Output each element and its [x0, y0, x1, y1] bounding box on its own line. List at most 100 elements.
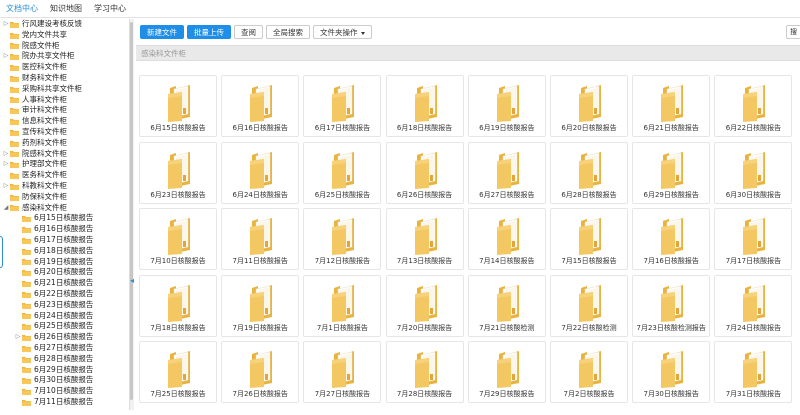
folder-tile[interactable]: 6月16日核酸报告	[221, 75, 300, 137]
folder-tile[interactable]: 7月16日核酸报告	[632, 208, 711, 270]
tree-expand-icon[interactable]: ▷	[2, 19, 10, 30]
folder-tile[interactable]: 7月12日核酸报告	[303, 208, 382, 270]
tree-child-item[interactable]: 6月18日核酸报告	[0, 246, 129, 257]
tree-item[interactable]: 采购科共享文件柜	[0, 84, 129, 95]
tree-item[interactable]: ▷ 护理部文件柜	[0, 159, 129, 170]
tree-child-item[interactable]: 6月19日核酸报告	[0, 257, 129, 268]
folder-tile[interactable]: 7月25日核酸报告	[139, 341, 217, 403]
folder-tile[interactable]: 7月10日核酸报告	[139, 208, 217, 270]
tree-item[interactable]: 人事科文件柜	[0, 95, 129, 106]
global-search-button[interactable]: 全局搜索	[266, 25, 310, 39]
folder-ops-dropdown[interactable]: 文件夹操作	[313, 25, 372, 39]
tree-child-item[interactable]: 6月22日核酸报告	[0, 289, 129, 300]
tree-item[interactable]: 信息科文件柜	[0, 116, 129, 127]
folder-tile[interactable]: 6月24日核酸报告	[221, 141, 300, 204]
tree-item[interactable]: 审计科文件柜	[0, 105, 129, 116]
query-button[interactable]: 查阅	[234, 25, 263, 39]
folder-icon	[10, 21, 19, 28]
folder-tile[interactable]: 6月18日核酸报告	[385, 75, 464, 137]
folder-tile[interactable]: 7月17日核酸报告	[714, 208, 793, 270]
tree-child-item[interactable]: 7月11日核酸报告	[0, 397, 129, 408]
tree-child-item[interactable]: 6月20日核酸报告	[0, 267, 129, 278]
tree-child-item[interactable]: 7月10日核酸报告	[0, 386, 129, 397]
tree-expand-icon[interactable]: ▷	[14, 332, 22, 343]
folder-tile[interactable]: 7月24日核酸报告	[714, 274, 793, 337]
tree-child-item[interactable]: ▷ 6月26日核酸报告	[0, 332, 129, 343]
tree-child-item[interactable]: 6月28日核酸报告	[0, 354, 129, 365]
tree-expand-icon[interactable]: ▷	[2, 149, 10, 160]
folder-tile[interactable]: 7月18日核酸报告	[139, 274, 217, 337]
tree-item[interactable]: 药剂科文件柜	[0, 138, 129, 149]
folder-tile[interactable]: 7月27日核酸报告	[303, 341, 382, 403]
folder-tile[interactable]: 6月29日核酸报告	[632, 141, 711, 204]
folder-tile[interactable]: 6月25日核酸报告	[303, 141, 382, 204]
tree-item[interactable]: ◢ 感染科文件柜	[0, 203, 129, 214]
tree-child-item[interactable]: 6月21日核酸报告	[0, 278, 129, 289]
tree-item[interactable]: 财务科文件柜	[0, 73, 129, 84]
left-edge-handle[interactable]	[0, 236, 3, 268]
folder-icon	[493, 84, 523, 122]
tree-item[interactable]: ▷ 院办共享文件柜	[0, 51, 129, 62]
folder-tile[interactable]: 6月15日核酸报告	[139, 75, 217, 137]
folder-tile[interactable]: 6月26日核酸报告	[385, 141, 464, 204]
tree-item[interactable]: 党内文件共享	[0, 30, 129, 41]
tree-item[interactable]: 医务科文件柜	[0, 170, 129, 181]
folder-tile[interactable]: 7月23日核酸检测报告	[632, 274, 711, 337]
folder-tile[interactable]: 7月22日核酸检测	[550, 274, 628, 337]
tree-expand-icon[interactable]: ▷	[2, 159, 10, 170]
tree-child-item[interactable]: 6月30日核酸报告	[0, 375, 129, 386]
folder-tile[interactable]: 7月1日核酸报告	[303, 274, 382, 337]
tree-child-item[interactable]: 6月23日核酸报告	[0, 300, 129, 311]
folder-tile[interactable]: 6月20日核酸报告	[550, 75, 628, 137]
folder-tile[interactable]: 7月21日核酸检测	[467, 274, 546, 337]
folder-tile[interactable]: 7月15日核酸报告	[550, 208, 628, 270]
tree-item[interactable]: ▷ 科教科文件柜	[0, 181, 129, 192]
sidebar-scrollbar-thumb[interactable]	[130, 22, 133, 400]
search-box-edge[interactable]: 搜	[786, 25, 800, 39]
folder-tile[interactable]: 7月31日核酸报告	[714, 341, 793, 403]
new-file-button[interactable]: 新建文件	[140, 25, 184, 39]
folder-tile[interactable]: 6月17日核酸报告	[303, 75, 382, 137]
tree-child-item[interactable]: 6月25日核酸报告	[0, 321, 129, 332]
tree-item[interactable]: 宣传科文件柜	[0, 127, 129, 138]
folder-tile[interactable]: 7月13日核酸报告	[385, 208, 464, 270]
folder-tile[interactable]: 6月21日核酸报告	[632, 75, 711, 137]
folder-tile[interactable]: 7月28日核酸报告	[385, 341, 464, 403]
nav-document-center[interactable]: 文档中心	[6, 3, 38, 14]
folder-tile[interactable]: 7月2日核酸报告	[550, 341, 628, 403]
folder-icon	[22, 258, 31, 266]
folder-tile[interactable]: 6月19日核酸报告	[467, 75, 546, 137]
folder-tile[interactable]: 6月23日核酸报告	[139, 141, 217, 204]
folder-tile[interactable]: 6月28日核酸报告	[550, 141, 628, 204]
tree-child-item[interactable]: 6月24日核酸报告	[0, 311, 129, 322]
tree-expand-icon[interactable]: ▷	[2, 181, 10, 192]
nav-learning-center[interactable]: 学习中心	[94, 3, 126, 14]
batch-upload-button[interactable]: 批量上传	[187, 25, 231, 39]
folder-tile[interactable]: 7月30日核酸报告	[632, 341, 711, 403]
tree-item[interactable]: ▷ 院感科文件柜	[0, 149, 129, 160]
tree-item[interactable]: 医控科文件柜	[0, 62, 129, 73]
tree-child-item[interactable]: 6月16日核酸报告	[0, 224, 129, 235]
folder-tile[interactable]: 7月20日核酸报告	[385, 274, 464, 337]
nav-knowledge-map[interactable]: 知识地图	[50, 3, 82, 14]
folder-tile[interactable]: 6月30日核酸报告	[714, 141, 793, 204]
tree-child-item[interactable]: 6月15日核酸报告	[0, 213, 129, 224]
tree-item[interactable]: 防保科文件柜	[0, 192, 129, 203]
folder-tile[interactable]: 7月26日核酸报告	[221, 341, 300, 403]
folder-tile[interactable]: 6月22日核酸报告	[714, 75, 793, 137]
tree-child-item[interactable]: 6月29日核酸报告	[0, 365, 129, 376]
tree-expand-icon[interactable]: ▷	[2, 51, 10, 62]
tree-item[interactable]: 院感文件柜	[0, 41, 129, 52]
folder-tile[interactable]: 7月19日核酸报告	[221, 274, 300, 337]
tree-collapse-icon[interactable]: ◢	[2, 203, 10, 214]
tree-child-item[interactable]: 6月27日核酸报告	[0, 343, 129, 354]
tree-child-item[interactable]: 6月17日核酸报告	[0, 235, 129, 246]
collapse-sidebar-icon[interactable]: ◂	[129, 276, 135, 286]
tree-item[interactable]: ▷ 行风建设考核反馈	[0, 19, 129, 30]
folder-tile[interactable]: 6月27日核酸报告	[467, 141, 546, 204]
folder-tile[interactable]: 7月29日核酸报告	[467, 341, 546, 403]
folder-tile[interactable]: 7月11日核酸报告	[221, 208, 300, 270]
folder-icon	[22, 399, 31, 406]
tree-expand-icon	[2, 116, 10, 127]
folder-tile[interactable]: 7月14日核酸报告	[467, 208, 546, 270]
